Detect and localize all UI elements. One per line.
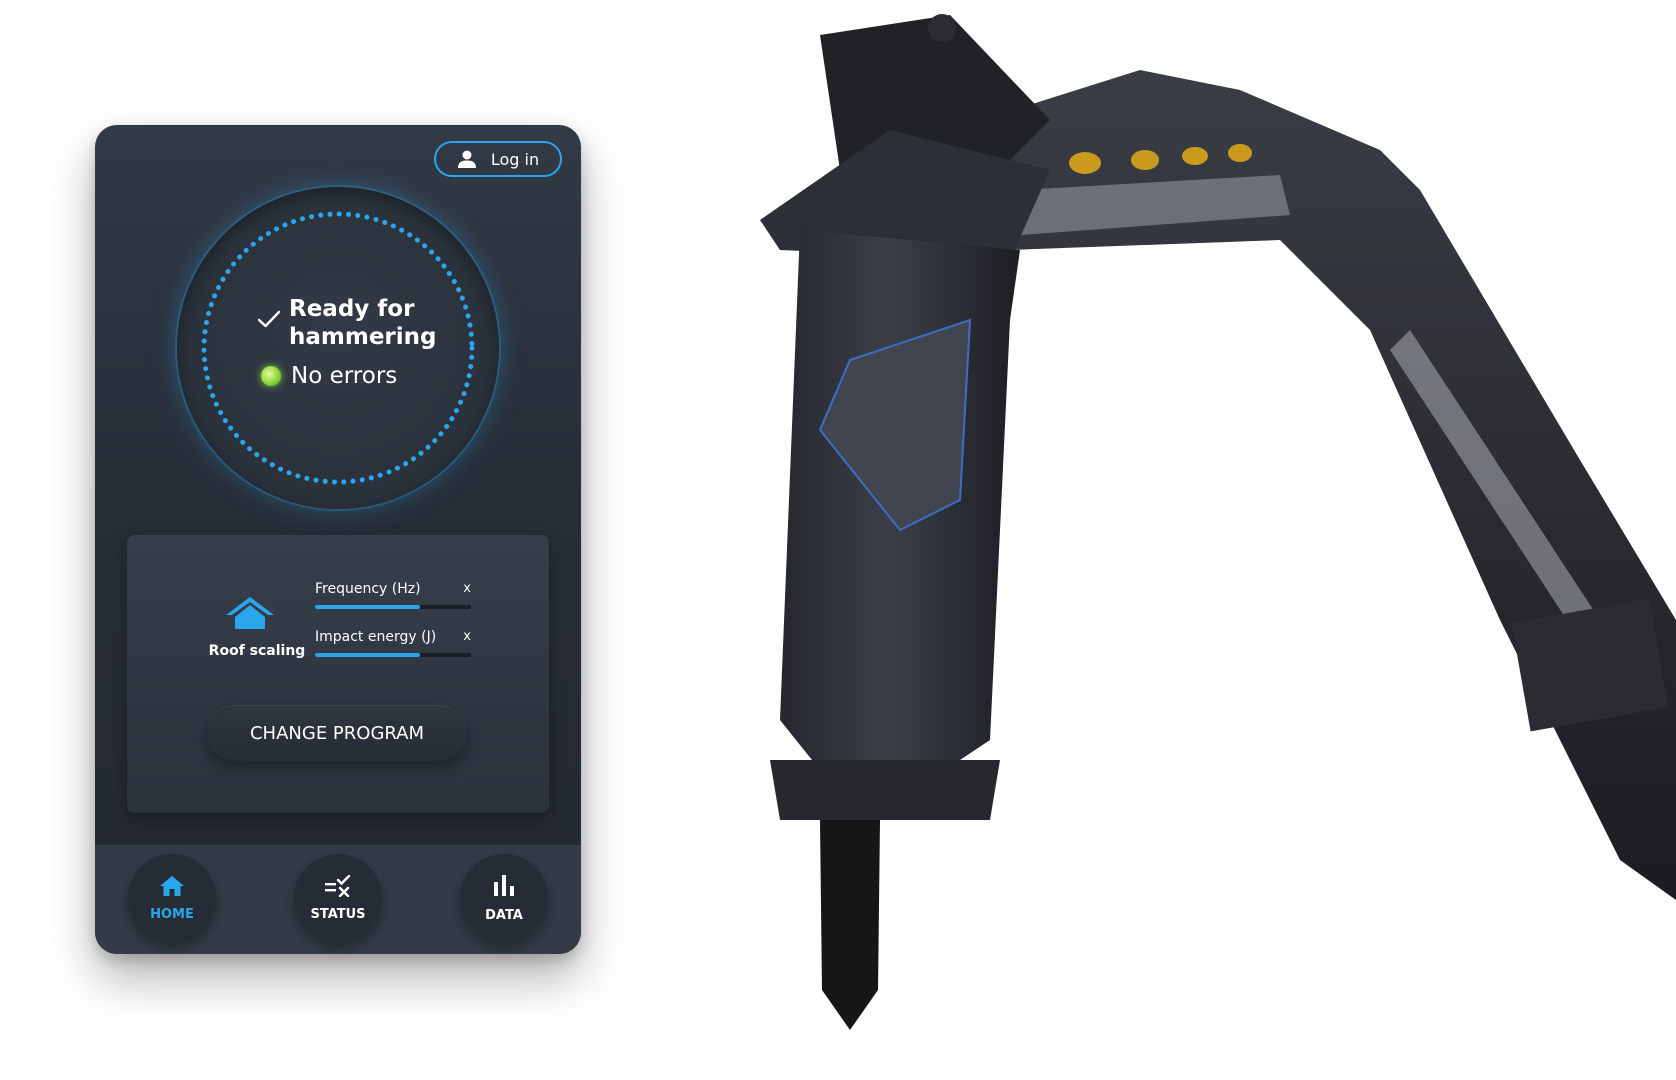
metric-bar-fill xyxy=(315,605,420,609)
program-name: Roof scaling xyxy=(208,643,306,659)
nav-label: STATUS xyxy=(310,906,366,922)
ready-line-2: hammering xyxy=(289,324,437,350)
login-button[interactable]: Log in xyxy=(434,141,562,177)
program-card: Roof scaling Frequency (Hz) x Impact ene… xyxy=(127,535,549,813)
nav-label: DATA xyxy=(485,907,523,923)
login-label: Log in xyxy=(490,149,540,169)
metric-label: Frequency (Hz) xyxy=(315,581,421,597)
bar-chart-icon xyxy=(491,874,517,902)
status-dial: Ready for hammering No errors xyxy=(177,187,499,509)
user-icon xyxy=(457,149,477,169)
metric-value: x xyxy=(463,629,471,644)
ready-line-1: Ready for xyxy=(289,296,415,322)
ready-status: Ready for hammering xyxy=(257,295,437,351)
metric-frequency: Frequency (Hz) x xyxy=(315,581,471,609)
status-led-icon xyxy=(261,366,281,386)
metric-bar-fill xyxy=(315,653,420,657)
nav-status[interactable]: STATUS xyxy=(294,854,382,942)
home-icon xyxy=(159,875,185,901)
status-icon xyxy=(324,874,352,901)
stage: Log in Ready for hammering No errors Roo… xyxy=(0,0,1676,1080)
metric-label: Impact energy (J) xyxy=(315,629,437,645)
hydraulic-breaker-image xyxy=(760,14,1676,1030)
nav-label: HOME xyxy=(150,906,194,922)
metric-bar-track xyxy=(315,605,471,609)
roof-icon xyxy=(222,595,278,639)
error-status: No errors xyxy=(261,363,397,389)
checkmark-icon xyxy=(257,308,281,336)
metric-impact-energy: Impact energy (J) x xyxy=(315,629,471,657)
phone-app-panel: Log in Ready for hammering No errors Roo… xyxy=(95,125,581,954)
metric-bar-track xyxy=(315,653,471,657)
nav-home[interactable]: HOME xyxy=(128,854,216,942)
change-program-button[interactable]: CHANGE PROGRAM xyxy=(207,705,467,761)
metric-value: x xyxy=(463,581,471,596)
errors-text: No errors xyxy=(291,363,398,389)
nav-data[interactable]: DATA xyxy=(460,854,548,942)
bottom-nav: HOME STATUS DATA xyxy=(95,845,581,954)
